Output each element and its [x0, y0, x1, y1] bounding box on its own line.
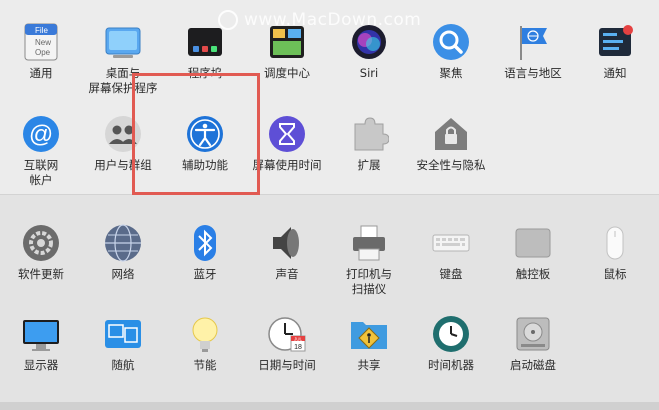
pref-mission-control[interactable]: 调度中心 — [246, 22, 328, 81]
pref-time-machine[interactable]: 时间机器 — [410, 314, 492, 373]
pref-sound[interactable]: 声音 — [246, 223, 328, 282]
pref-label: 启动磁盘 — [510, 358, 556, 372]
startup-disk-icon — [513, 314, 553, 354]
general-icon-ope: Ope — [35, 48, 51, 57]
energy-icon — [185, 314, 225, 354]
pref-label: 桌面与 屏幕保护程序 — [88, 66, 158, 95]
pref-internet-accounts[interactable]: @ 互联网 帐户 — [0, 114, 82, 188]
pref-startup-disk[interactable]: 启动磁盘 — [492, 314, 574, 373]
sharing-icon — [349, 314, 389, 354]
pref-software-update[interactable]: 软件更新 — [0, 223, 82, 282]
pref-label: 共享 — [357, 358, 381, 372]
pref-extensions[interactable]: 扩展 — [328, 114, 410, 173]
pref-label: 日期与时间 — [258, 358, 316, 372]
time-machine-icon — [431, 314, 471, 354]
pref-trackpad[interactable]: 触控板 — [492, 223, 574, 282]
pref-label: 调度中心 — [264, 66, 310, 80]
pref-network[interactable]: 网络 — [82, 223, 164, 282]
pref-label: 显示器 — [23, 358, 59, 372]
pref-sharing[interactable]: 共享 — [328, 314, 410, 373]
screen-time-icon — [267, 114, 307, 154]
pref-label: 安全性与隐私 — [416, 158, 486, 172]
pref-label: 程序坞 — [187, 66, 223, 80]
pref-energy[interactable]: 节能 — [164, 314, 246, 373]
mission-control-icon — [267, 22, 307, 62]
sound-icon — [267, 223, 307, 263]
pref-label: 软件更新 — [18, 267, 64, 281]
desktop-icon — [103, 22, 143, 62]
display-icon — [21, 314, 61, 354]
trackpad-icon — [513, 223, 553, 263]
pref-siri[interactable]: Siri — [328, 22, 410, 81]
svg-text:@: @ — [29, 121, 53, 148]
users-groups-icon — [103, 114, 143, 154]
general-icon-file: File — [35, 26, 48, 35]
pref-screen-time[interactable]: 屏幕使用时间 — [246, 114, 328, 173]
pref-label: 聚焦 — [439, 66, 463, 80]
pref-language[interactable]: 语言与地区 — [492, 22, 574, 81]
pref-keyboard[interactable]: 键盘 — [410, 223, 492, 282]
mouse-icon — [595, 223, 635, 263]
general-icon: File New Ope — [21, 22, 61, 62]
pref-sidecar[interactable]: 随航 — [82, 314, 164, 373]
pref-notifications[interactable]: 通知 — [574, 22, 656, 81]
dock-icon — [185, 22, 225, 62]
general-icon-new: New — [35, 38, 51, 47]
security-icon — [431, 114, 471, 154]
pref-label: 用户与群组 — [94, 158, 152, 172]
pref-displays[interactable]: 显示器 — [0, 314, 82, 373]
printer-icon — [349, 223, 389, 263]
pref-mouse[interactable]: 鼠标 — [574, 223, 656, 282]
spotlight-icon — [431, 22, 471, 62]
siri-icon — [349, 22, 389, 62]
pref-accessibility[interactable]: 辅助功能 — [164, 114, 246, 173]
sidecar-icon — [103, 314, 143, 354]
extensions-icon — [349, 114, 390, 154]
clock-icon: JUL 18 — [267, 314, 307, 354]
pref-bluetooth[interactable]: 蓝牙 — [164, 223, 246, 282]
pref-users-groups[interactable]: 用户与群组 — [82, 114, 164, 173]
accessibility-icon — [185, 114, 225, 154]
pref-label: 蓝牙 — [193, 267, 217, 281]
pref-label: 辅助功能 — [182, 158, 228, 172]
pref-general[interactable]: File New Ope 通用 — [0, 22, 82, 81]
pref-label: 通知 — [603, 66, 627, 80]
pref-label: 键盘 — [439, 267, 463, 281]
bluetooth-icon — [185, 223, 225, 263]
network-icon — [103, 223, 143, 263]
pref-label: Siri — [359, 66, 379, 80]
pref-label: 扩展 — [357, 158, 381, 172]
pref-label: 通用 — [29, 66, 53, 80]
calendar-month: JUL — [294, 337, 302, 342]
software-update-icon — [21, 223, 61, 263]
internet-accounts-icon: @ — [21, 114, 61, 154]
notifications-icon — [595, 22, 635, 62]
pref-label: 触控板 — [515, 267, 551, 281]
pref-label: 互联网 帐户 — [23, 158, 59, 187]
pref-label: 屏幕使用时间 — [252, 158, 322, 172]
pref-label: 声音 — [275, 267, 299, 281]
pref-label: 鼠标 — [603, 267, 627, 281]
pref-printers[interactable]: 打印机与 扫描仪 — [328, 223, 410, 297]
pref-label: 随航 — [111, 358, 135, 372]
pref-label: 节能 — [193, 358, 217, 372]
pref-label: 打印机与 扫描仪 — [346, 267, 392, 296]
pref-label: 时间机器 — [428, 358, 474, 372]
pref-dock[interactable]: 程序坞 — [164, 22, 246, 81]
window-bottom-edge — [0, 402, 659, 410]
calendar-day: 18 — [294, 344, 302, 351]
pref-security[interactable]: 安全性与隐私 — [410, 114, 492, 173]
language-icon — [513, 22, 553, 62]
pref-label: 语言与地区 — [504, 66, 562, 80]
pref-label: 网络 — [111, 267, 135, 281]
pref-spotlight[interactable]: 聚焦 — [410, 22, 492, 81]
keyboard-icon — [431, 223, 471, 263]
pref-date-time[interactable]: JUL 18 日期与时间 — [246, 314, 328, 373]
pref-desktop[interactable]: 桌面与 屏幕保护程序 — [82, 22, 164, 96]
